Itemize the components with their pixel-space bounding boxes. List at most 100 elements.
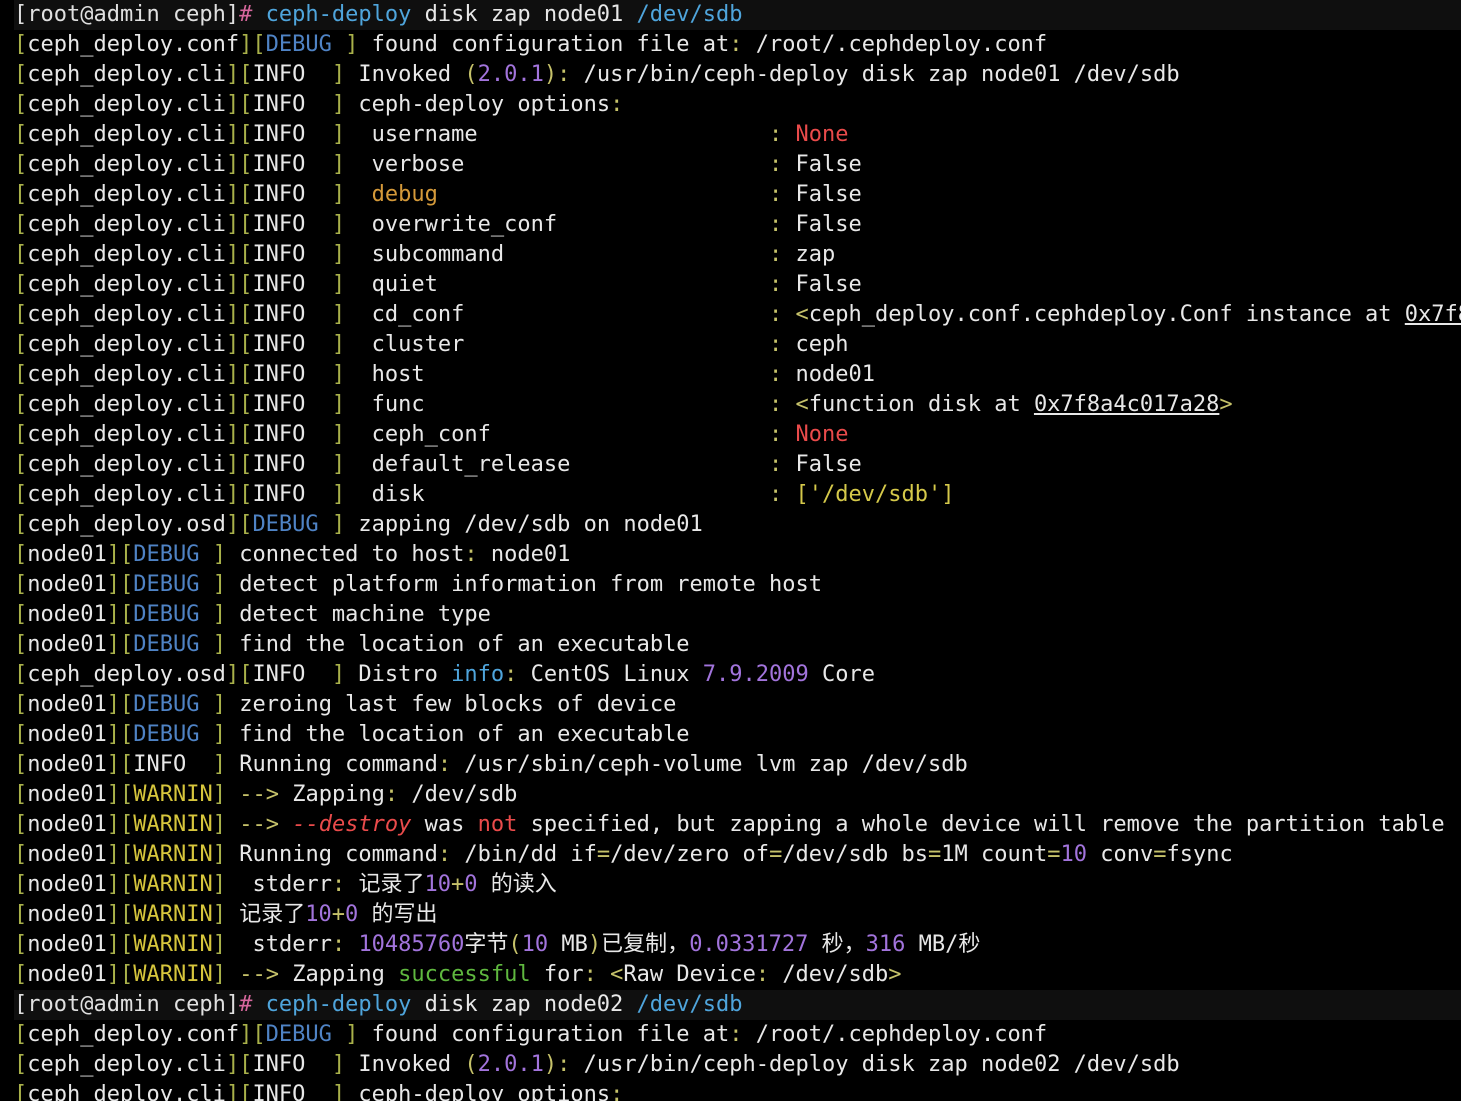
- output-line: [ceph_deploy.cli][INFO ] quiet : False: [14, 270, 1461, 300]
- line-segment: [: [14, 632, 28, 657]
- line-segment: [root@admin ceph]: [14, 992, 240, 1017]
- line-segment: ]: [186, 752, 240, 777]
- line-segment: ][: [225, 392, 253, 417]
- line-segment: (: [508, 932, 522, 957]
- output-line: [ceph_deploy.cli][INFO ] overwrite_conf …: [14, 210, 1461, 240]
- line-segment: ]: [305, 212, 359, 237]
- line-segment: =: [596, 842, 611, 867]
- line-segment: -->: [239, 782, 293, 807]
- line-segment: INFO: [252, 242, 306, 267]
- line-segment: Zapping: [292, 962, 399, 987]
- line-segment: WARNIN: [133, 902, 213, 927]
- line-segment: 已复制，: [601, 932, 690, 957]
- line-segment: [: [14, 362, 28, 387]
- line-segment: INFO: [252, 212, 306, 237]
- line-segment: ]: [305, 62, 359, 87]
- line-segment: ][: [106, 542, 134, 567]
- line-segment: ][: [225, 272, 253, 297]
- output-line: [ceph_deploy.cli][INFO ] username : None: [14, 120, 1461, 150]
- line-segment: [: [14, 272, 28, 297]
- line-segment: :: [331, 872, 359, 897]
- output-line: [node01][WARNIN] --> --destroy was not s…: [14, 810, 1461, 840]
- line-segment: INFO: [252, 422, 306, 447]
- line-segment: INFO: [252, 122, 306, 147]
- line-segment: disk zap node01: [411, 2, 637, 27]
- output-line: [node01][WARNIN] Running command: /bin/d…: [14, 840, 1461, 870]
- line-segment: :: [610, 1082, 624, 1101]
- line-segment: WARNIN: [133, 932, 213, 957]
- line-segment: DEBUG: [133, 722, 200, 747]
- output-line: [ceph_deploy.cli][INFO ] verbose : False: [14, 150, 1461, 180]
- line-segment: [: [14, 542, 28, 567]
- line-segment: 10: [521, 932, 549, 957]
- line-segment: #: [239, 992, 266, 1017]
- line-segment: [: [14, 842, 28, 867]
- line-segment: ][: [225, 662, 253, 687]
- line-segment: ]: [305, 392, 359, 417]
- line-segment: was: [411, 812, 478, 837]
- line-segment: [: [14, 212, 28, 237]
- line-segment: INFO: [133, 752, 187, 777]
- line-segment: DEBUG: [265, 1022, 332, 1047]
- line-segment: 2.0.1: [477, 1052, 544, 1077]
- output-line: [ceph_deploy.cli][INFO ] cluster : ceph: [14, 330, 1461, 360]
- line-segment: ]: [212, 782, 240, 807]
- line-segment: [: [14, 872, 28, 897]
- line-segment: DEBUG: [133, 632, 200, 657]
- line-segment: [: [14, 422, 28, 447]
- line-segment: ][: [225, 152, 253, 177]
- line-segment: ):: [543, 62, 584, 87]
- line-segment: ][: [239, 32, 266, 57]
- line-segment: ):: [543, 1052, 584, 1077]
- line-segment: [: [14, 722, 28, 747]
- output-line: [ceph_deploy.cli][INFO ] cd_conf : <ceph…: [14, 300, 1461, 330]
- line-segment: /usr/bin/ceph-deploy disk zap node01 /de…: [583, 62, 1180, 87]
- output-line: [ceph_deploy.cli][INFO ] ceph-deploy opt…: [14, 1080, 1461, 1101]
- prompt-line: [root@admin ceph]# ceph-deploy disk zap …: [14, 0, 1461, 30]
- output-line: [node01][WARNIN] stderr: 10485760字节(10 M…: [14, 930, 1461, 960]
- line-segment: INFO: [252, 302, 306, 327]
- line-segment: [: [14, 182, 28, 207]
- line-segment: [: [14, 812, 28, 837]
- line-segment: [: [14, 302, 28, 327]
- line-segment: debug: [371, 182, 438, 207]
- line-segment: ceph_deploy.cli: [27, 422, 226, 447]
- line-segment: -->: [239, 962, 293, 987]
- line-segment: info: [451, 662, 505, 687]
- line-segment: 的读入: [477, 872, 557, 897]
- line-segment: node01: [27, 782, 107, 807]
- line-segment: ]: [305, 302, 359, 327]
- line-segment: =: [928, 842, 942, 867]
- line-segment: [: [14, 1022, 28, 1047]
- line-segment: ]: [212, 812, 240, 837]
- line-segment: WARNIN: [133, 842, 213, 867]
- line-segment: ][: [225, 482, 253, 507]
- line-segment: node01: [27, 932, 107, 957]
- line-segment: >: [888, 962, 902, 987]
- line-segment: :: [729, 1022, 756, 1047]
- terminal-window[interactable]: [root@admin ceph]# ceph-deploy disk zap …: [0, 0, 1461, 1101]
- line-segment: ceph_deploy.cli: [27, 1052, 226, 1077]
- line-segment: ][: [106, 902, 134, 927]
- line-segment: :: [769, 212, 796, 237]
- line-segment: 10: [424, 872, 451, 897]
- line-segment: ]: [305, 362, 359, 387]
- line-segment: ]: [331, 1022, 372, 1047]
- line-segment: ceph_deploy.cli: [27, 332, 226, 357]
- line-segment: node01: [27, 692, 107, 717]
- line-segment: ][: [239, 1022, 266, 1047]
- line-segment: ][: [225, 512, 253, 537]
- line-segment: :: [769, 272, 796, 297]
- line-segment: ceph_deploy.cli: [27, 1082, 226, 1101]
- line-segment: [: [14, 452, 28, 477]
- line-segment: 字节: [464, 932, 509, 957]
- line-segment: Invoked: [358, 62, 465, 87]
- line-segment: /root/.cephdeploy.conf: [755, 1022, 1048, 1047]
- line-segment: ceph_deploy.cli: [27, 152, 226, 177]
- line-segment: False: [795, 182, 862, 207]
- line-segment: ]: [212, 932, 240, 957]
- line-segment: ][: [225, 62, 253, 87]
- line-segment: ceph_deploy.conf.cephdeploy.Conf instanc…: [808, 302, 1405, 327]
- line-segment: <: [795, 392, 809, 417]
- output-line: [ceph_deploy.osd][DEBUG ] zapping /dev/s…: [14, 510, 1461, 540]
